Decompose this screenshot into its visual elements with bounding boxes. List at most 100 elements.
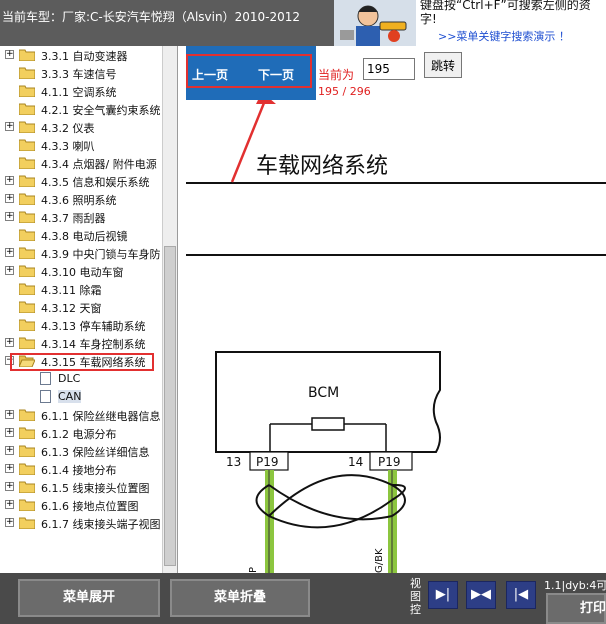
search-demo-link[interactable]: >>菜单关键字搜索演示 ！ — [438, 28, 570, 44]
bcm-module: BCM — [215, 351, 441, 453]
tree-scrollbar[interactable] — [162, 46, 177, 573]
header-bar: 当前车型：厂家:C-长安汽车悦翔（Alsvin）2010-2012 键盘按“Ct… — [0, 0, 606, 46]
prev-page-button[interactable]: 上一页 — [192, 66, 228, 83]
tree-item[interactable]: +6.1.4 接地分布 — [0, 460, 170, 478]
tree-expander-icon[interactable]: + — [5, 500, 14, 509]
tree-item[interactable]: +3.3.1 自动变速器 — [0, 46, 170, 64]
tree-item[interactable]: +4.3.2 仪表 — [0, 118, 170, 136]
folder-icon — [18, 409, 36, 422]
tree-item[interactable]: 4.1.1 空调系统 — [0, 82, 170, 100]
tree-item[interactable]: +6.1.1 保险丝继电器信息 — [0, 406, 170, 424]
tree-item-label: 4.3.12 天窗 — [41, 302, 102, 315]
page-nav-bar: 上一页 下一页 当前为 跳转 195 / 296 — [186, 46, 606, 100]
wire-right-label: G/BK — [374, 548, 385, 573]
expand-menu-button[interactable]: 菜单展开 — [18, 579, 160, 617]
tree-item-label: 4.2.1 安全气囊约束系统 — [41, 104, 161, 117]
folder-icon — [18, 481, 36, 494]
tree-item-label: 4.3.11 除霜 — [41, 284, 102, 297]
tree-expander-icon[interactable]: + — [5, 518, 14, 527]
tip-line-1: 键盘按“Ctrl+F”可搜索左侧的资 — [420, 0, 591, 12]
tree-expander-icon[interactable]: + — [5, 266, 14, 275]
tree-item-label: 6.1.6 接地点位置图 — [41, 500, 139, 513]
document-viewer: 车载网络系统 BCM 13 P19 14 P19 P G/BK — [186, 100, 606, 573]
tree-item[interactable]: 3.3.3 车速信号 — [0, 64, 170, 82]
tip-line-2: 字! — [420, 12, 437, 26]
connector-right: 14 P19 — [348, 451, 413, 471]
tree-item-label: 6.1.7 线束接头端子视图 — [41, 518, 161, 531]
tree-item-label: 6.1.1 保险丝继电器信息 — [41, 410, 161, 423]
tree-item-label: 4.3.14 车身控制系统 — [41, 338, 146, 351]
tree-expander-icon[interactable]: + — [5, 122, 14, 131]
folder-icon — [18, 139, 36, 152]
tree-item[interactable]: 4.3.4 点烟器/ 附件电源 — [0, 154, 170, 172]
bottom-toolbar: 菜单展开 菜单折叠 视图控 ▶| ▶◀ |◀ 1.1|dyb:4可 打印 — [0, 573, 606, 624]
tree-item-label: 4.3.10 电动车窗 — [41, 266, 124, 279]
tree-item[interactable]: DLC — [0, 370, 170, 388]
folder-icon — [18, 211, 36, 224]
folder-icon — [18, 427, 36, 440]
tree-expander-icon[interactable]: + — [5, 50, 14, 59]
view-split-icon-button[interactable]: ▶◀ — [466, 581, 496, 609]
pin-right-connector: P19 — [378, 455, 401, 469]
tree-item[interactable]: +4.3.14 车身控制系统 — [0, 334, 170, 352]
tree-item[interactable]: +4.3.10 电动车窗 — [0, 262, 170, 280]
tree-item[interactable]: +4.3.9 中央门锁与车身防 — [0, 244, 170, 262]
folder-icon — [18, 283, 36, 296]
folder-icon — [18, 229, 36, 242]
tree-expander-icon[interactable]: + — [5, 410, 14, 419]
tree-expander-icon[interactable]: + — [5, 482, 14, 491]
view-left-icon-button[interactable]: ▶| — [428, 581, 458, 609]
tree-expander-icon[interactable]: + — [5, 176, 14, 185]
tree-item[interactable]: CAN — [0, 388, 170, 406]
view-right-icon-button[interactable]: |◀ — [506, 581, 536, 609]
page-number-input[interactable] — [363, 58, 415, 80]
tree-item-label: 3.3.3 车速信号 — [41, 68, 117, 81]
current-page-label: 当前为 — [318, 68, 355, 82]
tree-expander-icon[interactable]: + — [5, 446, 14, 455]
tree-item[interactable]: +6.1.6 接地点位置图 — [0, 496, 170, 514]
tree-item[interactable]: 4.3.8 电动后视镜 — [0, 226, 170, 244]
folder-icon — [18, 247, 36, 260]
menu-tree: +3.3.1 自动变速器 3.3.3 车速信号 4.1.1 空调系统 4.2.1 安全… — [0, 46, 178, 573]
folder-icon — [18, 49, 36, 62]
tree-expander-icon[interactable]: + — [5, 248, 14, 257]
tree-highlight-box — [10, 353, 154, 371]
tree-item-label: 6.1.5 线束接头位置图 — [41, 482, 150, 495]
print-button[interactable]: 打印 — [546, 593, 606, 624]
tree-item[interactable]: +6.1.3 保险丝详细信息 — [0, 442, 170, 460]
connector-left: 13 P19 — [226, 451, 289, 471]
tree-expander-icon[interactable]: + — [5, 212, 14, 221]
folder-icon — [18, 301, 36, 314]
folder-icon — [18, 319, 36, 332]
tree-item[interactable]: 4.3.12 天窗 — [0, 298, 170, 316]
tree-expander-icon[interactable]: + — [5, 428, 14, 437]
tree-item-label: 4.3.3 喇叭 — [41, 140, 95, 153]
tree-item[interactable]: +6.1.7 线束接头端子视图 — [0, 514, 170, 532]
folder-icon — [18, 175, 36, 188]
next-page-button[interactable]: 下一页 — [258, 66, 294, 83]
folder-icon — [18, 121, 36, 134]
tree-item[interactable]: +6.1.2 电源分布 — [0, 424, 170, 442]
collapse-menu-button[interactable]: 菜单折叠 — [170, 579, 310, 617]
mascot-image — [334, 0, 416, 46]
tree-item[interactable]: +4.3.5 信息和娱乐系统 — [0, 172, 170, 190]
tree-item[interactable]: 4.3.11 除霜 — [0, 280, 170, 298]
tree-scrollbar-thumb[interactable] — [164, 246, 176, 566]
folder-icon — [18, 463, 36, 476]
tree-item-label: 4.3.9 中央门锁与车身防 — [41, 248, 161, 261]
tree-item[interactable]: +4.3.7 雨刮器 — [0, 208, 170, 226]
tree-item[interactable]: 4.2.1 安全气囊约束系统 — [0, 100, 170, 118]
tree-expander-icon[interactable]: + — [5, 464, 14, 473]
tree-item[interactable]: 4.3.3 喇叭 — [0, 136, 170, 154]
tree-item-label: 3.3.1 自动变速器 — [41, 50, 128, 63]
document-icon — [40, 390, 51, 403]
tree-item-label: 4.3.5 信息和娱乐系统 — [41, 176, 150, 189]
folder-icon — [18, 67, 36, 80]
jump-button[interactable]: 跳转 — [424, 52, 462, 78]
tree-item[interactable]: +4.3.6 照明系统 — [0, 190, 170, 208]
tree-expander-icon[interactable]: + — [5, 338, 14, 347]
vehicle-title: 当前车型：厂家:C-长安汽车悦翔（Alsvin）2010-2012 — [2, 10, 300, 24]
tree-item[interactable]: +6.1.5 线束接头位置图 — [0, 478, 170, 496]
tree-expander-icon[interactable]: + — [5, 194, 14, 203]
tree-item[interactable]: 4.3.13 停车辅助系统 — [0, 316, 170, 334]
